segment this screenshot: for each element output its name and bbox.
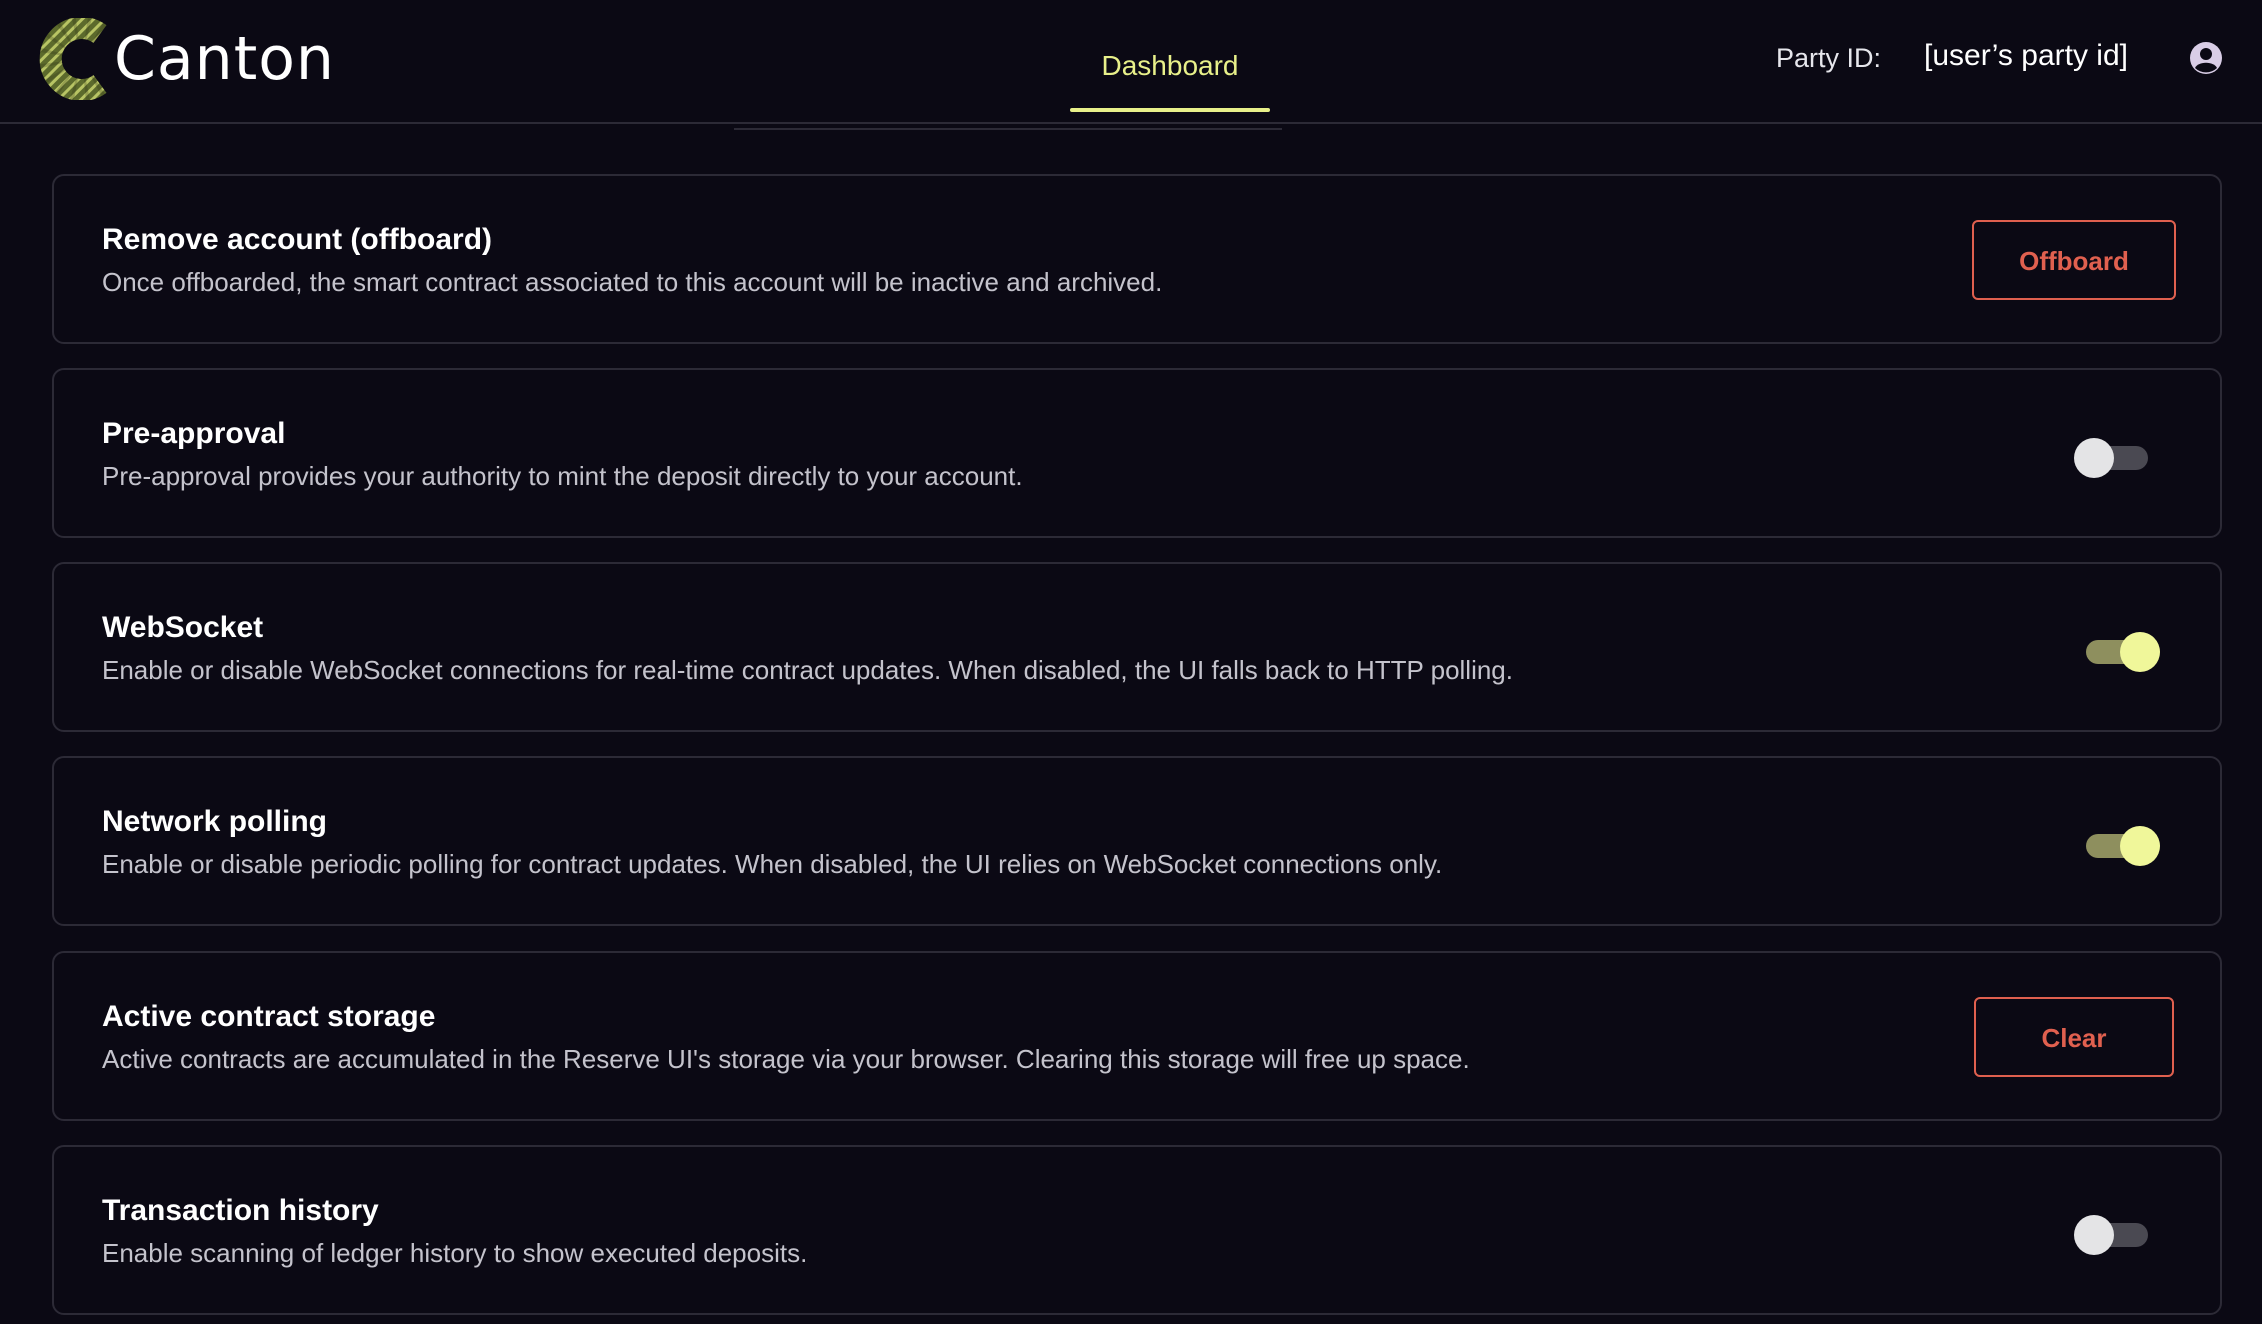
setting-description: Active contracts are accumulated in the … bbox=[102, 1044, 1470, 1074]
setting-description: Once offboarded, the smart contract asso… bbox=[102, 267, 1163, 297]
websocket-toggle[interactable] bbox=[2080, 632, 2160, 672]
tab-dashboard[interactable]: Dashboard bbox=[1070, 46, 1270, 116]
setting-card-offboard: Remove account (offboard) Once offboarde… bbox=[52, 174, 2222, 344]
setting-card-network-polling: Network polling Enable or disable period… bbox=[52, 756, 2222, 926]
setting-card-contract-storage: Active contract storage Active contracts… bbox=[52, 951, 2222, 1121]
network-polling-toggle[interactable] bbox=[2080, 826, 2160, 866]
canton-logo[interactable]: Canton bbox=[36, 18, 335, 100]
setting-description: Enable or disable WebSocket connections … bbox=[102, 655, 1513, 685]
user-circle-icon[interactable] bbox=[2188, 40, 2224, 76]
setting-card-websocket: WebSocket Enable or disable WebSocket co… bbox=[52, 562, 2222, 732]
setting-title: WebSocket bbox=[102, 611, 264, 644]
party-id-label: Party ID: bbox=[1776, 43, 1882, 73]
setting-title: Network polling bbox=[102, 805, 327, 838]
clear-storage-button[interactable]: Clear bbox=[1974, 997, 2174, 1077]
active-tab-indicator bbox=[1070, 108, 1270, 112]
canton-logo-mark-icon bbox=[39, 18, 107, 100]
transaction-history-toggle[interactable] bbox=[2074, 1215, 2154, 1255]
setting-description: Pre-approval provides your authority to … bbox=[102, 461, 1023, 491]
setting-title: Active contract storage bbox=[102, 1000, 436, 1033]
brand-name: Canton bbox=[114, 24, 335, 94]
offboard-button[interactable]: Offboard bbox=[1972, 220, 2176, 300]
pre-approval-toggle[interactable] bbox=[2074, 438, 2154, 478]
setting-description: Enable or disable periodic polling for c… bbox=[102, 849, 1443, 879]
setting-card-pre-approval: Pre-approval Pre-approval provides your … bbox=[52, 368, 2222, 538]
toggle-thumb bbox=[2120, 826, 2160, 866]
setting-title: Pre-approval bbox=[102, 417, 286, 450]
setting-description: Enable scanning of ledger history to sho… bbox=[102, 1238, 808, 1268]
setting-card-transaction-history: Transaction history Enable scanning of l… bbox=[52, 1145, 2222, 1315]
toggle-thumb bbox=[2074, 1215, 2114, 1255]
setting-title: Transaction history bbox=[102, 1194, 379, 1227]
app-header: Canton Dashboard Party ID: [user’s party… bbox=[0, 0, 2262, 124]
setting-title: Remove account (offboard) bbox=[102, 223, 493, 256]
toggle-thumb bbox=[2120, 632, 2160, 672]
party-id-value: [user’s party id] bbox=[1924, 39, 2128, 72]
toggle-thumb bbox=[2074, 438, 2114, 478]
nav-divider bbox=[734, 128, 1282, 130]
